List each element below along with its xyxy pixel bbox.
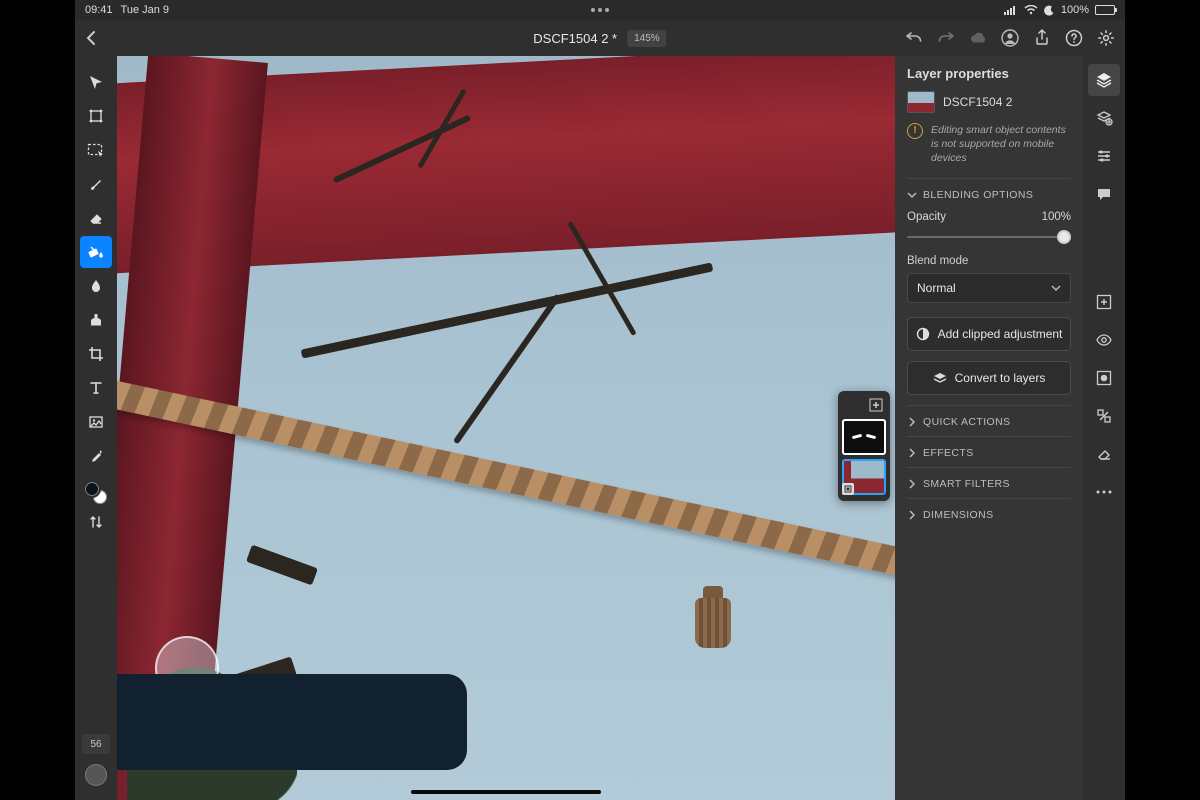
active-layer-row[interactable]: DSCF1504 2: [907, 91, 1071, 113]
help-button[interactable]: [1065, 29, 1083, 47]
adjustment-icon: [916, 327, 930, 341]
move-tool[interactable]: [80, 66, 112, 98]
share-button[interactable]: [1033, 29, 1051, 47]
chevron-right-icon: [907, 448, 917, 458]
crop-tool[interactable]: [80, 338, 112, 370]
erase-rail-icon[interactable]: [1088, 438, 1120, 470]
swap-colors-icon[interactable]: [80, 508, 112, 536]
home-indicator[interactable]: [411, 790, 601, 794]
chevron-down-icon: [1051, 283, 1061, 293]
place-photo-tool[interactable]: [80, 406, 112, 438]
selection-tool[interactable]: [80, 134, 112, 166]
adjustments-tab[interactable]: [1088, 140, 1120, 172]
chevron-right-icon: [907, 510, 917, 520]
account-icon[interactable]: [1001, 29, 1019, 47]
more-icon[interactable]: [1088, 476, 1120, 508]
warning-icon: !: [907, 123, 923, 139]
cloud-sync-icon[interactable]: [969, 29, 987, 47]
eyedropper-tool[interactable]: [80, 440, 112, 472]
signal-icon: [1004, 5, 1018, 15]
app-top-bar: DSCF1504 2 * 145%: [75, 20, 1125, 56]
clip-icon[interactable]: [1088, 400, 1120, 432]
panel-title: Layer properties: [907, 66, 1071, 81]
opacity-value: 100%: [1042, 211, 1071, 223]
left-toolbar: 56: [75, 56, 117, 800]
convert-to-layers-button[interactable]: Convert to layers: [907, 361, 1071, 395]
back-button[interactable]: [85, 30, 97, 46]
layer-thumbnail: [907, 91, 935, 113]
settings-button[interactable]: [1097, 29, 1115, 47]
layer-thumb-image[interactable]: [842, 459, 886, 495]
opacity-slider[interactable]: [907, 229, 1071, 245]
chevron-right-icon: [907, 479, 917, 489]
dnd-moon-icon: [1044, 5, 1055, 16]
chevron-down-icon: [907, 190, 917, 200]
section-quick-actions[interactable]: QUICK ACTIONS: [907, 405, 1071, 436]
layer-properties-panel: Layer properties DSCF1504 2 ! Editing sm…: [895, 56, 1083, 800]
brush-tool[interactable]: [80, 168, 112, 200]
add-layer-button[interactable]: [866, 395, 886, 415]
section-blending-options[interactable]: BLENDING OPTIONS: [907, 178, 1071, 209]
wifi-icon: [1024, 5, 1038, 15]
zoom-level-badge[interactable]: 145%: [627, 30, 667, 47]
contextual-toolbar[interactable]: [117, 674, 467, 770]
transform-tool[interactable]: [80, 100, 112, 132]
visibility-icon[interactable]: [1088, 324, 1120, 356]
section-effects[interactable]: EFFECTS: [907, 436, 1071, 467]
smart-object-badge-icon: [842, 483, 854, 495]
color-swatches[interactable]: [83, 480, 109, 506]
right-taskbar: [1083, 56, 1125, 800]
chevron-right-icon: [907, 417, 917, 427]
opacity-label: Opacity: [907, 211, 946, 223]
eraser-tool[interactable]: [80, 202, 112, 234]
smart-object-warning: ! Editing smart object contents is not s…: [907, 123, 1071, 166]
type-tool[interactable]: [80, 372, 112, 404]
add-clipped-adjustment-button[interactable]: Add clipped adjustment: [907, 317, 1071, 351]
ipad-status-bar: 09:41 Tue Jan 9 100%: [75, 0, 1125, 20]
layer-properties-tab[interactable]: [1088, 102, 1120, 134]
multitask-dots[interactable]: [591, 8, 609, 12]
smudge-tool[interactable]: [80, 270, 112, 302]
document-title: DSCF1504 2 *: [533, 31, 617, 46]
blend-mode-select[interactable]: Normal: [907, 273, 1071, 303]
layer-thumb-mask[interactable]: [842, 419, 886, 455]
compact-layers-panel: [838, 391, 890, 501]
blend-mode-label: Blend mode: [907, 255, 1071, 267]
status-time: 09:41: [85, 4, 113, 16]
battery-pct: 100%: [1061, 4, 1089, 16]
canvas[interactable]: [117, 56, 895, 800]
battery-icon: [1095, 5, 1115, 15]
status-date: Tue Jan 9: [121, 4, 170, 16]
section-smart-filters[interactable]: SMART FILTERS: [907, 467, 1071, 498]
comments-tab[interactable]: [1088, 178, 1120, 210]
layer-name: DSCF1504 2: [943, 95, 1012, 109]
mask-icon[interactable]: [1088, 362, 1120, 394]
redo-button[interactable]: [937, 29, 955, 47]
fill-tool[interactable]: [80, 236, 112, 268]
clone-stamp-tool[interactable]: [80, 304, 112, 336]
undo-button[interactable]: [905, 29, 923, 47]
brush-size-indicator[interactable]: 56: [82, 734, 110, 754]
touch-shortcut-indicator[interactable]: [85, 764, 107, 786]
add-icon[interactable]: [1088, 286, 1120, 318]
layers-icon: [933, 371, 947, 385]
layers-panel-tab[interactable]: [1088, 64, 1120, 96]
section-dimensions[interactable]: DIMENSIONS: [907, 498, 1071, 529]
